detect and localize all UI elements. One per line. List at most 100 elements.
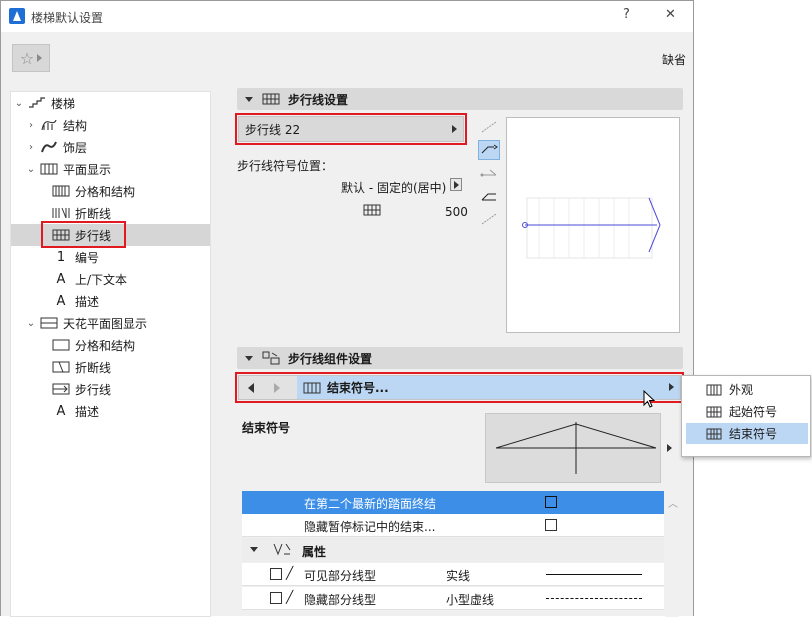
position-label: 步行线符号位置： xyxy=(237,159,334,173)
offset-value[interactable]: 500 xyxy=(445,205,468,219)
tree-item-walkline[interactable]: 步行线 xyxy=(11,378,210,400)
menu-item-end-symbol[interactable]: 结束符号 xyxy=(686,423,808,444)
table-row[interactable]: ╱ 可见部分线型 实线 xyxy=(242,563,664,586)
tree-item-walkline[interactable]: 步行线 xyxy=(11,224,210,246)
numbering-icon: 1 xyxy=(56,249,66,265)
chevron-down-icon[interactable]: ⌄ xyxy=(25,318,37,329)
scrollbar[interactable]: ︿ xyxy=(665,491,679,617)
section-title: 步行线设置 xyxy=(288,92,349,107)
line-icon: ╱ xyxy=(286,590,294,604)
next-button[interactable] xyxy=(265,376,289,400)
chevron-up-icon[interactable]: ︿ xyxy=(668,495,678,510)
walkline-settings-header[interactable]: 步行线设置 xyxy=(237,88,683,110)
tree-item-label: 平面显示 xyxy=(63,162,112,177)
chevron-right-icon xyxy=(667,444,672,452)
favorites-button[interactable]: ☆ xyxy=(12,44,50,72)
rectangle-icon xyxy=(52,338,70,352)
component-icon xyxy=(262,351,280,365)
table-row[interactable]: 在第二个最新的踏面终结 xyxy=(242,491,664,514)
component-selector[interactable]: 结束符号... xyxy=(297,376,680,399)
tree-item-grid-structure[interactable]: 分格和结构 xyxy=(11,180,210,202)
walkline-type-selector[interactable]: 步行线 22 xyxy=(238,116,464,142)
offset-icon xyxy=(363,204,381,216)
row-value[interactable]: 实线 xyxy=(446,567,470,584)
grid-structure-icon xyxy=(52,184,70,198)
line-icon: ╱ xyxy=(286,566,294,580)
triangle-right-icon xyxy=(274,383,280,393)
app-logo-icon xyxy=(9,8,25,24)
previous-button[interactable] xyxy=(239,376,263,400)
walkline-style-4-icon[interactable] xyxy=(478,186,500,206)
tree-item-stair[interactable]: ⌄ 楼梯 xyxy=(11,92,210,114)
table-row[interactable]: ╱ 隐藏部分线型 小型虚线 xyxy=(242,587,664,610)
tree-item-label: 天花平面图显示 xyxy=(63,316,148,331)
collapse-arrow-icon xyxy=(250,547,258,552)
menu-item-appearance[interactable]: 外观 xyxy=(686,379,808,400)
tree-item-updown-text[interactable]: A 上/下文本 xyxy=(11,268,210,290)
row-checkbox[interactable] xyxy=(545,519,557,531)
finish-icon xyxy=(40,140,58,154)
walkline-style-3-icon[interactable] xyxy=(478,163,500,183)
text-icon: A xyxy=(56,293,66,309)
window-title: 楼梯默认设置 xyxy=(31,11,104,25)
walkline-style-1-icon[interactable] xyxy=(478,117,500,137)
walkline-icon xyxy=(52,382,70,396)
floor-plan-icon xyxy=(40,162,58,176)
menu-item-label: 结束符号 xyxy=(729,427,778,441)
tree-item-label: 步行线 xyxy=(75,228,112,243)
dialog-window: 楼梯默认设置 ? ✕ ☆ 缺省 ⌄ 楼梯 › 结构 › 饰层 ⌄ 平面显示 分格… xyxy=(0,0,694,617)
tree-item-description[interactable]: A 描述 xyxy=(11,290,210,312)
walkline-icon xyxy=(52,228,70,242)
chevron-right-icon[interactable]: › xyxy=(25,142,37,153)
solid-line-sample xyxy=(546,574,642,575)
tree-item-break-line[interactable]: 折断线 xyxy=(11,356,210,378)
chevron-right-icon xyxy=(452,125,457,133)
dashed-line-sample xyxy=(546,598,642,599)
row-label: 隐藏部分线型 xyxy=(304,593,377,607)
tree-item-break-line[interactable]: 折断线 xyxy=(11,202,210,224)
row-label: 在第二个最新的踏面终结 xyxy=(304,497,437,511)
position-value[interactable]: 默认 - 固定的(居中) xyxy=(341,179,446,196)
tree-item-label: 结构 xyxy=(63,118,88,133)
walkline-style-5-icon[interactable] xyxy=(478,209,500,229)
tree-item-label: 分格和结构 xyxy=(75,338,136,353)
group-title: 属性 xyxy=(302,545,327,559)
tree-item-finish[interactable]: › 饰层 xyxy=(11,136,210,158)
tree-item-label: 描述 xyxy=(75,294,100,309)
tree-item-structure[interactable]: › 结构 xyxy=(11,114,210,136)
row-checkbox[interactable] xyxy=(545,496,557,508)
ceiling-plan-icon xyxy=(40,316,58,330)
dropdown-arrow-icon xyxy=(37,54,43,62)
chevron-down-icon[interactable]: ⌄ xyxy=(13,98,25,109)
tree-item-floor-plan-display[interactable]: ⌄ 平面显示 xyxy=(11,158,210,180)
row-checkbox[interactable] xyxy=(270,592,282,604)
collapse-arrow-icon xyxy=(245,96,253,102)
help-button[interactable]: ? xyxy=(623,7,630,22)
property-group-header[interactable]: 属性 xyxy=(242,538,664,562)
end-symbol-preview[interactable] xyxy=(485,413,672,483)
attribute-icon xyxy=(272,542,292,558)
menu-item-start-symbol[interactable]: 起始符号 xyxy=(686,401,808,422)
tree-item-description[interactable]: A 描述 xyxy=(11,400,210,422)
walkline-icon xyxy=(706,428,722,440)
selector-value: 步行线 22 xyxy=(245,122,301,137)
chevron-right-icon[interactable]: › xyxy=(25,120,37,131)
close-button[interactable]: ✕ xyxy=(665,7,676,22)
row-label: 可见部分线型 xyxy=(304,569,377,583)
row-checkbox[interactable] xyxy=(270,568,282,580)
component-settings-header[interactable]: 步行线组件设置 xyxy=(237,347,683,369)
position-dropdown-button[interactable] xyxy=(450,178,462,191)
break-line-icon xyxy=(52,206,70,220)
tree-item-ceiling-plan-display[interactable]: ⌄ 天花平面图显示 xyxy=(11,312,210,334)
tree-item-label: 折断线 xyxy=(75,360,112,375)
row-value[interactable]: 小型虚线 xyxy=(446,591,494,608)
tree-item-label: 步行线 xyxy=(75,382,112,397)
tree-item-grid-structure[interactable]: 分格和结构 xyxy=(11,334,210,356)
walkline-style-2-icon[interactable] xyxy=(478,140,500,160)
chevron-down-icon[interactable]: ⌄ xyxy=(25,164,37,175)
tree-item-numbering[interactable]: 1 编号 xyxy=(11,246,210,268)
tree-item-label: 上/下文本 xyxy=(75,272,128,287)
table-row[interactable]: 隐藏暂停标记中的结束... xyxy=(242,514,664,537)
collapse-arrow-icon xyxy=(245,355,253,361)
text-icon: A xyxy=(56,403,66,419)
